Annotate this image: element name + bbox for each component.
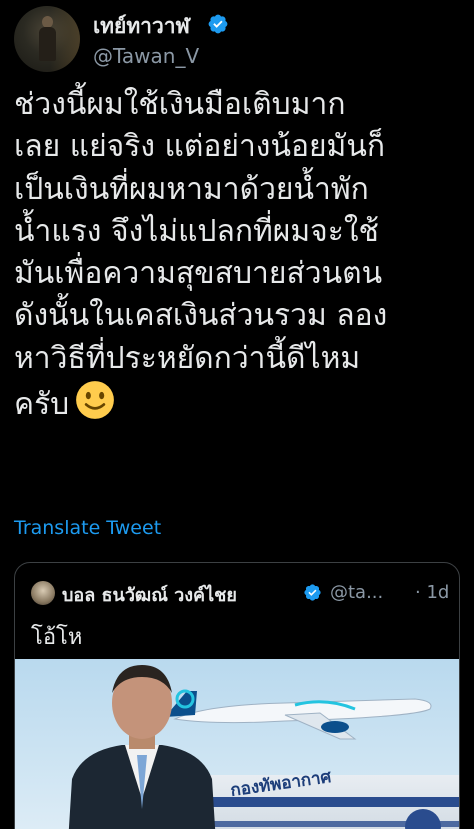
quoted-tweet-card[interactable]: บอล ธนวัฒณ์ วงค์ไชย @ta... · 1d โอ้โห กอ… <box>14 562 460 829</box>
quoted-author-handle[interactable]: @ta... <box>330 582 383 603</box>
quoted-media-image[interactable]: กองทัพอากาศ <box>15 659 459 829</box>
emblem-icon <box>405 809 441 829</box>
quoted-tweet-text: โอ้โห <box>31 625 83 650</box>
tweet-text-line: ครับ <box>14 387 70 423</box>
tweet-text: ช่วงนี้ผมใช้เงินมือเติบมาก เลย แย่จริง แ… <box>14 84 466 426</box>
tweet-text-line: ดังนั้นในเคสเงินส่วนรวม ลอง <box>14 298 388 334</box>
tweet-text-line: หาวิธีที่ประหยัดกว่านี้ดีไหม <box>14 340 361 376</box>
verified-badge-icon <box>208 14 228 34</box>
quoted-author-display-name[interactable]: บอล ธนวัฒณ์ วงค์ไชย <box>62 580 237 609</box>
tweet-text-line: ช่วงนี้ผมใช้เงินมือเติบมาก <box>14 87 346 122</box>
tweet-text-line: เลย แย่จริง แต่อย่างน้อยมันก็ <box>14 129 386 165</box>
tweet-text-line: น้ำแรง จึงไม่แปลกที่ผมจะใช้ <box>14 213 379 249</box>
tweet-text-line: เป็นเงินที่ผมหามาด้วยน้ำพัก <box>14 171 369 207</box>
slightly-smiling-face-icon <box>76 381 115 419</box>
tweet-text-line: มันเพื่อความสุขสบายส่วนตน <box>14 256 383 292</box>
avatar-figure-body <box>39 27 56 61</box>
translate-tweet-link[interactable]: Translate Tweet <box>14 517 161 539</box>
tweet-header: เทย์ทาวาฬ @Tawan_V <box>14 6 460 72</box>
quoted-time: 1d <box>426 582 450 603</box>
author-display-name[interactable]: เทย์ทาวาฬ <box>93 10 190 43</box>
quoted-separator: · <box>415 582 421 603</box>
author-handle[interactable]: @Tawan_V <box>93 44 199 68</box>
tweet-text-line-last: ครับ <box>14 380 466 426</box>
quoted-timestamp[interactable]: · 1d <box>415 582 449 603</box>
quoted-verified-badge-icon <box>304 584 321 601</box>
quoted-author-avatar[interactable] <box>31 581 55 605</box>
man-in-suit-image <box>68 665 216 829</box>
author-avatar[interactable] <box>14 6 80 72</box>
